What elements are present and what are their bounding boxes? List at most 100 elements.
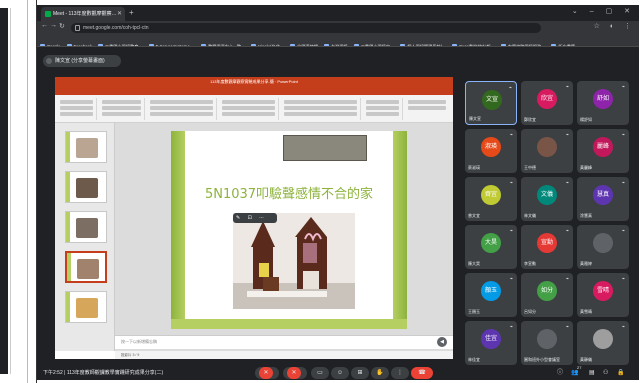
meet-favicon-icon (45, 11, 51, 17)
meeting-time: 下午2:52 (43, 370, 63, 376)
participant-name: 圓和班外小型會議室 (524, 357, 560, 362)
participant-tile[interactable]: 顏玉 ⌁ 王顏玉 (465, 273, 517, 317)
participant-tile[interactable]: ⌁ 黃靜儀 (577, 321, 629, 365)
ribbon-designer (405, 98, 449, 120)
participant-name: 呂如分 (524, 309, 536, 314)
slide-thumbnail[interactable] (65, 131, 107, 163)
presenter-avatar (46, 58, 52, 64)
slide-thumbnail[interactable] (65, 211, 107, 243)
back-icon[interactable]: ← (41, 22, 48, 29)
participant-avatar (593, 233, 613, 253)
image-toolbar[interactable]: ✎ ⊡ ⋯ (233, 213, 277, 223)
slide-right-border (393, 131, 407, 329)
slide-thumbnail[interactable] (65, 171, 107, 203)
meet-control-bar: 下午2:52 | 113年度教師觀課教學實踐研究成果分享(二) ⌃ ✕ ⌃ ✕ … (37, 365, 639, 380)
mic-muted-icon: ⌁ (621, 180, 625, 186)
participant-tile[interactable]: 齊宜 ⌁ 曾文宜 (465, 177, 517, 221)
bookmarks-bar: Google Facebook 三重國小資訊教育… E-Server System L… (37, 35, 639, 47)
mic-muted-icon: ⌁ (565, 132, 569, 138)
extension-icons[interactable]: ☆ ◐ ⋮ (594, 22, 635, 30)
tab-title: Meet - 113年度數觀摩觀察… (53, 11, 117, 17)
ppt-window-title: 113年度數觀摩觀察實驗成果分享-簡 · PowerPoint (210, 79, 298, 84)
slide-left-border (171, 131, 185, 329)
tab-meet[interactable]: Meet - 113年度數觀摩觀察… ✕ (41, 7, 125, 21)
participant-name: 林文儀 (524, 213, 536, 218)
new-tab-icon[interactable]: + (129, 8, 134, 17)
participant-avatar (537, 137, 557, 157)
background-window (0, 0, 28, 383)
participant-avatar: 顏玉 (481, 281, 501, 301)
tab-close-icon[interactable]: ✕ (117, 7, 122, 21)
participant-name: 王顏玉 (468, 309, 480, 314)
participant-name: 黃麗峰 (580, 165, 592, 170)
participant-tile[interactable]: 淑瑛 ⌁ 蔡淑瑛 (465, 129, 517, 173)
notes-pane[interactable]: 按一下以新增備忘稿 (115, 335, 453, 349)
leave-call-button[interactable]: ☎ (411, 367, 433, 379)
participant-avatar: 文儀 (537, 185, 557, 205)
mic-muted-icon: ⌁ (621, 84, 625, 90)
raise-hand-button[interactable]: ✋ (371, 367, 389, 379)
slide-title: 5N1037叩驗聲感情不合的家 (204, 187, 374, 202)
participant-tile[interactable]: 宣勳 ⌁ 李宣勳 (521, 225, 573, 269)
participant-name: 涂慧真 (580, 213, 592, 218)
url-field[interactable]: meet.google.com/coh-tpcl-ctn (71, 23, 541, 33)
participant-name: 楊舒如 (580, 117, 592, 122)
current-slide[interactable]: 5N1037叩驗聲感情不合的家 ✎ ⊡ ⋯ (171, 131, 407, 329)
mic-muted-icon: ⌁ (508, 85, 512, 91)
host-controls-icon[interactable]: 🔒 (617, 368, 624, 378)
presenter-label-text: 陳文宣 (分享螢幕畫面) (55, 58, 105, 64)
participant-name: 黃雅婷 (580, 261, 592, 266)
participant-avatar: 如分 (537, 281, 557, 301)
url-text: meet.google.com/coh-tpcl-ctn (83, 25, 149, 31)
background-window-body (10, 8, 27, 374)
participant-avatar: 舒如 (593, 89, 613, 109)
participant-avatar: 慧真 (593, 185, 613, 205)
captions-button[interactable]: ▭ (311, 367, 329, 379)
window-gap (28, 0, 37, 383)
participant-tile[interactable]: 文宣 ⌁ 陳文宣 (465, 81, 517, 125)
participant-tile[interactable]: 文儀 ⌁ 林文儀 (521, 177, 573, 221)
ribbon-paragraph (219, 98, 279, 120)
participant-name: 陳文宣 (469, 116, 481, 121)
more-options-button[interactable]: ⋮ (391, 367, 409, 379)
participant-tile[interactable]: 如分 ⌁ 呂如分 (521, 273, 573, 317)
slide-thumbnail[interactable] (65, 291, 107, 323)
present-button[interactable]: ⊞ (351, 367, 369, 379)
participant-name: 黃靜儀 (580, 357, 592, 362)
mic-muted-icon: ⌁ (565, 84, 569, 90)
camera-off-icon[interactable]: ✕ (287, 367, 301, 379)
participant-tile[interactable]: 麗峰 ⌁ 黃麗峰 (577, 129, 629, 173)
meeting-details-icon[interactable]: ⓘ (557, 368, 563, 378)
ribbon-clipboard (57, 98, 97, 120)
participant-avatar: 雪晴 (593, 281, 613, 301)
participant-name: 林佳宜 (468, 357, 480, 362)
reload-icon[interactable]: ↻ (59, 22, 65, 30)
forward-icon[interactable]: → (50, 22, 57, 29)
slide-photo-felt-houses[interactable] (233, 213, 355, 309)
slide-bottom-border (171, 319, 407, 329)
desktop-frame: Meet - 113年度數觀摩觀察… ✕ + ⌄ – ▢ ✕ ← → ↻ mee… (0, 0, 643, 383)
window-controls[interactable]: ⌄ – ▢ ✕ (572, 7, 635, 15)
participant-tile[interactable]: 雪晴 ⌁ 黃雪晴 (577, 273, 629, 317)
presenter-label: 陳文宣 (分享螢幕畫面) (43, 55, 121, 67)
scroll-indicator-icon[interactable]: ◀ (437, 337, 447, 347)
chat-icon[interactable]: ▤ (589, 368, 595, 378)
participant-tile[interactable]: 欣宜 ⌁ 鄭欣宜 (521, 81, 573, 125)
participant-tile[interactable]: 慧真 ⌁ 涂慧真 (577, 177, 629, 221)
participant-tile[interactable]: 舒如 ⌁ 楊舒如 (577, 81, 629, 125)
participant-count: 27 (577, 365, 582, 370)
mic-off-icon[interactable]: ✕ (259, 367, 273, 379)
activities-icon[interactable]: ⚇ (603, 368, 608, 378)
participant-avatar: 文宣 (482, 90, 502, 110)
participant-tile[interactable]: 大昊 ⌁ 陳大昊 (465, 225, 517, 269)
emoji-button[interactable]: ☺ (331, 367, 349, 379)
participant-avatar: 大昊 (481, 233, 501, 253)
participant-tile[interactable]: ⌁ 黃雅婷 (577, 225, 629, 269)
participant-avatar (593, 329, 613, 349)
participant-tile[interactable]: ⌁ 王中德 (521, 129, 573, 173)
participant-tile[interactable]: ⌁ 圓和班外小型會議室 (521, 321, 573, 365)
ppt-ribbon (55, 95, 453, 123)
participant-tile[interactable]: 佳宜 ⌁ 林佳宜 (465, 321, 517, 365)
slide-thumbnail-selected[interactable] (65, 251, 107, 283)
mic-muted-icon: ⌁ (565, 180, 569, 186)
